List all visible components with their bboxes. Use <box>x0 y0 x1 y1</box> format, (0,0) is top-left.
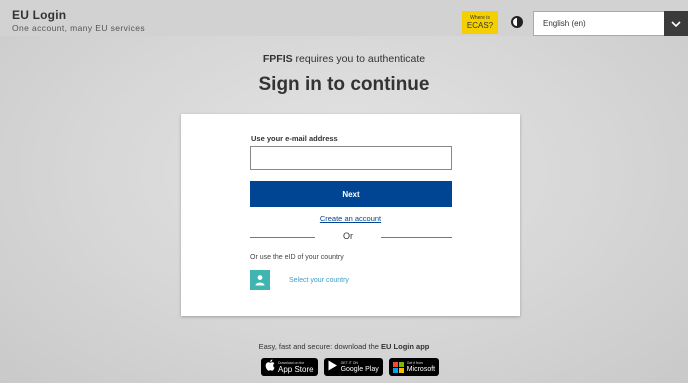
select-country-button[interactable]: Select your country <box>250 270 349 290</box>
brand-title: EU Login <box>12 8 67 22</box>
auth-message: FPFIS requires you to authenticate <box>0 53 688 65</box>
badge-big-text: App Store <box>278 364 314 374</box>
person-icon <box>250 270 270 290</box>
brand: EU Login One account, many EU services <box>12 9 145 34</box>
language-value: English (en) <box>543 19 586 28</box>
eid-text: Or use the eID of your country <box>250 254 344 261</box>
brand-subtitle: One account, many EU services <box>12 23 146 33</box>
email-input[interactable] <box>250 146 452 170</box>
select-country-label[interactable]: Select your country <box>289 277 349 284</box>
create-account-link[interactable]: Create an account <box>181 214 520 223</box>
language-select[interactable]: English (en) <box>533 11 688 36</box>
login-card: Use your e-mail address Next Create an a… <box>181 114 520 316</box>
app-download-text: Easy, fast and secure: download the EU L… <box>0 342 688 351</box>
apple-icon <box>265 358 275 376</box>
create-account-text[interactable]: Create an account <box>320 214 381 223</box>
service-name: FPFIS <box>262 53 293 65</box>
where-is-ecas-button[interactable]: Where is ECAS? <box>462 11 498 34</box>
next-button[interactable]: Next <box>250 181 452 207</box>
microsoft-icon <box>392 361 404 373</box>
google-play-badge[interactable]: GET IT ON Google Play <box>323 358 383 376</box>
badge-big-text: Microsoft <box>406 365 436 373</box>
badge-big-text: Google Play <box>340 365 379 373</box>
contrast-toggle-icon[interactable] <box>511 16 523 28</box>
microsoft-badge[interactable]: Get it from Microsoft <box>388 358 440 376</box>
auth-message-text: requires you to authenticate <box>292 53 426 65</box>
or-separator: Or <box>343 231 353 241</box>
top-header: EU Login One account, many EU services W… <box>0 0 688 36</box>
app-name: EU Login app <box>381 342 430 351</box>
page-title: Sign in to continue <box>258 74 430 95</box>
store-badges: Download on the App Store GET IT ON Goog… <box>261 358 440 376</box>
email-label: Use your e-mail address <box>251 134 338 143</box>
divider-right <box>381 237 452 238</box>
ecas-big-label: ECAS? <box>466 21 494 30</box>
divider-left <box>250 237 315 238</box>
app-text-prefix: Easy, fast and secure: download the <box>258 342 382 351</box>
google-play-icon <box>328 358 338 376</box>
app-store-badge[interactable]: Download on the App Store <box>261 358 318 376</box>
chevron-down-icon[interactable] <box>664 11 688 36</box>
